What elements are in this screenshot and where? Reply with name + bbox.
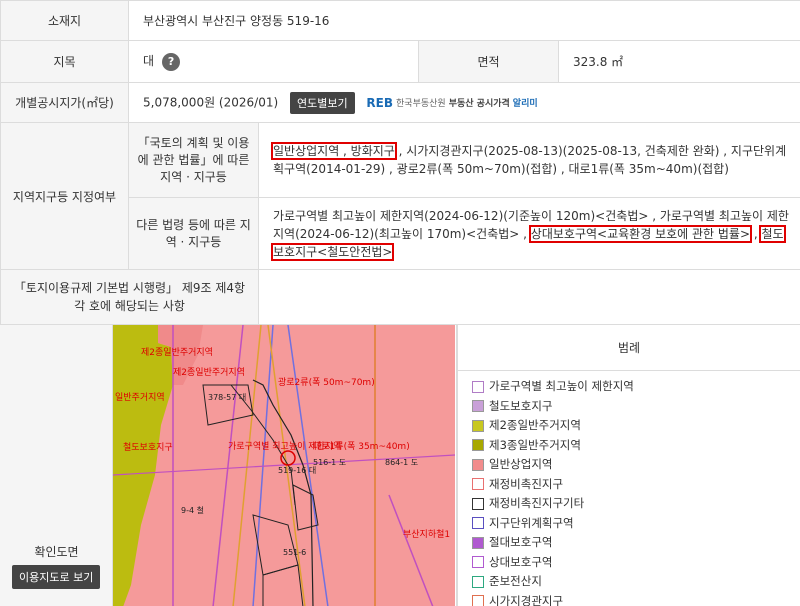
legend-item: 절대보호구역 — [472, 533, 634, 553]
legend-swatch-icon — [472, 517, 484, 530]
row-land-category: 지목 대? 면적 323.8 ㎡ — [0, 40, 800, 83]
view-usage-map-button[interactable]: 이용지도로 보기 — [12, 565, 101, 589]
land-category-value: 대 — [143, 54, 155, 69]
parcel-label-text: 516-1 도 — [313, 458, 346, 467]
legend-label: 절대보호구역 — [489, 535, 553, 549]
land-category-label: 지목 — [0, 40, 129, 83]
yearly-view-button[interactable]: 연도별보기 — [289, 91, 355, 114]
zoning-map[interactable]: 제2종일반주거지역 제2종일반주거지역 일반주거지역 광로2류(폭 50m~70… — [113, 325, 455, 606]
land-category-cell: 대? — [128, 40, 419, 83]
map-label-text: 부산지하철1 — [403, 529, 450, 540]
legend-swatch-icon — [472, 575, 484, 588]
price-label: 개별공시지가(㎡당) — [0, 82, 129, 123]
location-label: 소재지 — [0, 0, 129, 41]
legend-label: 가로구역별 최고높이 제한지역 — [489, 379, 634, 393]
legend-item: 일반상업지역 — [472, 455, 634, 475]
area-label: 면적 — [418, 40, 559, 83]
legend-swatch-icon — [472, 380, 484, 393]
map-label-text: 철도보호지구 — [123, 442, 173, 453]
parcel-label-text: 551-6 — [283, 548, 306, 557]
legend-label: 지구단위계획구역 — [489, 515, 574, 530]
legend-label: 제2종일반주거지역 — [489, 418, 581, 432]
row-price: 개별공시지가(㎡당) 5,078,000원 (2026/01) 연도별보기 RE… — [0, 82, 800, 123]
zoning-sub1-value: 일반상업지역 , 방화지구 , 시가지경관지구(2025-08-13)(2025… — [258, 122, 800, 198]
legend-label: 제3종일반주거지역 — [489, 437, 581, 452]
legend-swatch-icon — [472, 536, 484, 549]
zoning-sub2-boxed1: 상대보호구역<교육환경 보호에 관한 법률> — [528, 224, 753, 243]
legend-label: 시가지경관지구 — [489, 593, 564, 606]
enforcement-value — [258, 269, 800, 325]
zoning-sub2-value: 가로구역별 최고높이 제한지역(2024-06-12)(기준높이 120m)<건… — [258, 197, 800, 270]
reb-logo-icon: REB — [366, 95, 394, 110]
legend-swatch-icon — [472, 419, 484, 432]
legend-label: 일반상업지역 — [489, 457, 553, 471]
legend-item: 재정비촉진지구 — [472, 475, 634, 495]
land-info-table: 소재지 부산광역시 부산진구 양정동 519-16 지목 대? 면적 323.8… — [0, 0, 800, 325]
reb-org: 한국부동산원 — [396, 99, 446, 109]
row-zoning-national: 지역지구등 지정여부 「국토의 계획 및 이용에 관한 법률」에 따른 지역 ·… — [0, 122, 800, 270]
reb-link[interactable]: REB 한국부동산원 부동산 공시가격 알리미 — [366, 96, 537, 110]
legend-list: 가로구역별 최고높이 제한지역철도보호지구제2종일반주거지역제3종일반주거지역일… — [472, 377, 634, 606]
legend-label: 준보전산지 — [489, 574, 542, 588]
legend-swatch-icon — [472, 439, 484, 452]
parcel-label-text: 864-1 도 — [385, 458, 418, 467]
map-side-panel: 확인도면 이용지도로 보기 — [0, 325, 113, 606]
legend-swatch-icon — [472, 497, 484, 510]
legend-item: 제2종일반주거지역 — [472, 416, 634, 436]
row-enforcement: 「토지이용규제 기본법 시행령」 제9조 제4항 각 호에 해당되는 사항 — [0, 269, 800, 325]
map-section: 확인도면 이용지도로 보기 제2종일반주거지역 제2종일반주거지역 일반주거지역… — [0, 324, 800, 606]
legend-item: 재정비촉진지구기타 — [472, 494, 634, 514]
enforcement-label: 「토지이용규제 기본법 시행령」 제9조 제4항 각 호에 해당되는 사항 — [0, 269, 259, 325]
legend-swatch-icon — [472, 556, 484, 569]
map-label-text: 제2종일반주거지역 — [173, 367, 245, 378]
zoning-label: 지역지구등 지정여부 — [0, 122, 129, 270]
zoning-sub2-label: 다른 법령 등에 따른 지역 · 지구등 — [128, 197, 259, 270]
land-use-page: 소재지 부산광역시 부산진구 양정동 519-16 지목 대? 면적 323.8… — [0, 0, 800, 606]
map-legend: 범례 가로구역별 최고높이 제한지역철도보호지구제2종일반주거지역제3종일반주거… — [458, 325, 800, 606]
legend-label: 재정비촉진지구 — [489, 476, 564, 491]
legend-label: 재정비촉진지구기타 — [489, 496, 585, 510]
map-label-text: 제2종일반주거지역 — [141, 347, 213, 358]
zoning-sub2-sep: , — [750, 226, 762, 241]
map-label-text: 광로2류(폭 50m~70m) — [278, 376, 375, 388]
legend-item: 시가지경관지구 — [472, 592, 634, 606]
legend-label: 상대보호구역 — [489, 554, 553, 569]
zoning-map-svg: 제2종일반주거지역 제2종일반주거지역 일반주거지역 광로2류(폭 50m~70… — [113, 325, 455, 606]
map-label: 확인도면 — [34, 545, 79, 559]
zoning-sub1-label: 「국토의 계획 및 이용에 관한 법률」에 따른 지역 · 지구등 — [128, 122, 259, 198]
help-icon[interactable]: ? — [162, 52, 181, 71]
legend-title: 범례 — [458, 325, 800, 371]
legend-swatch-icon — [472, 595, 484, 606]
legend-item: 제3종일반주거지역 — [472, 436, 634, 456]
reb-app: 알리미 — [512, 99, 538, 109]
row-location: 소재지 부산광역시 부산진구 양정동 519-16 — [0, 0, 800, 41]
legend-item: 철도보호지구 — [472, 397, 634, 417]
map-label-text: 대로1류(폭 35m~40m) — [313, 441, 410, 452]
parcel-label-text: 378-57 대 — [208, 393, 246, 402]
price-cell: 5,078,000원 (2026/01) 연도별보기 REB 한국부동산원 부동… — [128, 82, 800, 123]
zoning-sub1-boxed: 일반상업지역 , 방화지구 — [271, 142, 397, 160]
parcel-label-text: 519-16 대 — [278, 466, 316, 475]
location-value: 부산광역시 부산진구 양정동 519-16 — [128, 0, 800, 41]
legend-swatch-icon — [472, 478, 484, 491]
legend-item: 상대보호구역 — [472, 553, 634, 573]
price-value: 5,078,000원 (2026/01) — [143, 95, 279, 109]
legend-item: 가로구역별 최고높이 제한지역 — [472, 377, 634, 397]
legend-item: 지구단위계획구역 — [472, 514, 634, 534]
parcel-label-text: 9-4 철 — [181, 505, 204, 515]
legend-swatch-icon — [472, 458, 484, 471]
map-label-text: 일반주거지역 — [115, 392, 165, 403]
area-value: 323.8 ㎡ — [558, 40, 800, 83]
legend-label: 철도보호지구 — [489, 398, 553, 413]
reb-text: 부동산 공시가격 — [448, 99, 510, 109]
legend-swatch-icon — [472, 400, 484, 413]
legend-item: 준보전산지 — [472, 572, 634, 592]
